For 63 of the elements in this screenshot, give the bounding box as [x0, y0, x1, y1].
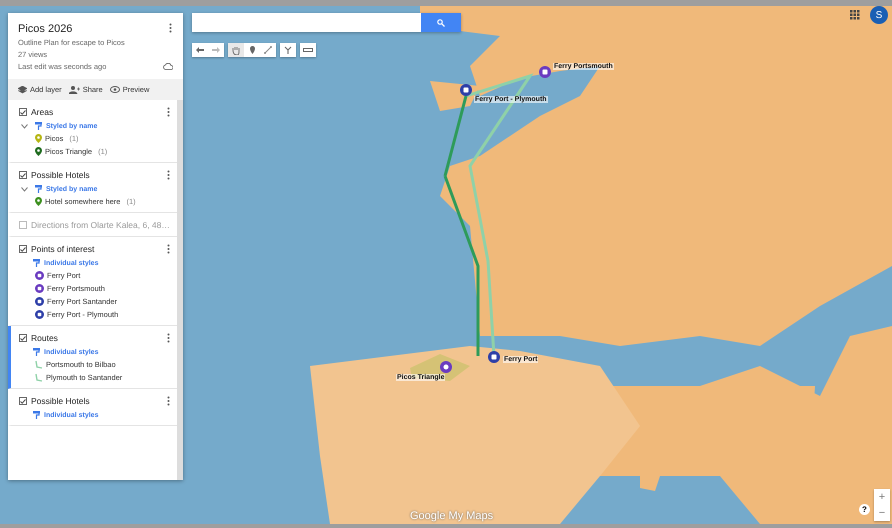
paint-roller-icon: [33, 259, 40, 267]
layer-checkbox[interactable]: [19, 171, 27, 179]
redo-icon: [212, 47, 220, 53]
fork-icon: [284, 46, 292, 54]
paint-roller-icon: [33, 411, 40, 419]
ferry-icon: [35, 297, 44, 306]
map-pin-icon: [35, 197, 42, 206]
map-pin-icon: [250, 46, 254, 54]
chevron-down-icon[interactable]: [21, 124, 28, 128]
layer-checkbox[interactable]: [19, 221, 27, 229]
paint-roller-icon: [35, 185, 42, 193]
map-pin-icon: [35, 134, 42, 143]
more-options-button[interactable]: [169, 23, 173, 33]
map-pin-icon: [35, 147, 42, 156]
chevron-down-icon[interactable]: [21, 186, 28, 192]
hand-tool-button[interactable]: [228, 43, 244, 57]
more-options-button[interactable]: [167, 170, 171, 180]
layer-checkbox[interactable]: [19, 397, 27, 405]
layer-checkbox[interactable]: [19, 334, 27, 342]
ruler-icon: [303, 48, 313, 52]
layer-name: Possible Hotels: [31, 170, 91, 180]
ferry-marker-icon[interactable]: [460, 84, 472, 96]
ferry-icon: [35, 310, 44, 319]
ferry-marker-icon[interactable]: [539, 66, 551, 78]
paint-roller-icon: [35, 122, 42, 130]
directions-button[interactable]: [280, 43, 296, 57]
ruler-button[interactable]: [300, 43, 316, 57]
layer-checkbox[interactable]: [19, 108, 27, 116]
undo-icon: [196, 47, 204, 53]
line-tool-button[interactable]: [260, 43, 276, 57]
more-options-button[interactable]: [167, 396, 171, 406]
undo-button[interactable]: [192, 43, 208, 57]
search-button[interactable]: [421, 13, 461, 32]
search-icon: [437, 18, 445, 26]
layer-name: Possible Hotels: [31, 396, 91, 406]
layer-name: Directions from Olarte Kalea, 6, 48…: [31, 220, 171, 230]
search-field[interactable]: [192, 13, 421, 32]
layer-name: Routes: [31, 333, 59, 343]
more-options-button[interactable]: [167, 333, 171, 343]
more-options-button[interactable]: [167, 244, 171, 254]
route-line-icon: [35, 360, 43, 369]
zoom-in-button[interactable]: +: [874, 489, 890, 505]
layers-icon: [18, 86, 27, 94]
line-icon: [264, 46, 272, 54]
zoom-out-button[interactable]: −: [874, 505, 890, 521]
eye-icon: [110, 86, 120, 93]
layer-checkbox[interactable]: [19, 245, 27, 253]
layer-name: Areas: [31, 107, 54, 117]
paint-roller-icon: [33, 348, 40, 356]
map-logo: Google My Maps: [410, 510, 494, 522]
ferry-icon: [35, 284, 44, 293]
apps-grid-icon[interactable]: [850, 10, 860, 20]
layer-name: Points of interest: [31, 244, 96, 254]
add-person-icon: [68, 86, 80, 94]
map-title: Picos 2026: [18, 23, 74, 35]
route-line-icon: [35, 373, 43, 382]
more-options-button[interactable]: [167, 107, 171, 117]
ferry-marker-icon[interactable]: [488, 351, 500, 363]
cloud-icon: [163, 63, 173, 70]
ferry-icon: [35, 271, 44, 280]
area-marker-icon[interactable]: [440, 361, 452, 373]
hand-icon: [232, 46, 240, 54]
marker-tool-button[interactable]: [244, 43, 260, 57]
